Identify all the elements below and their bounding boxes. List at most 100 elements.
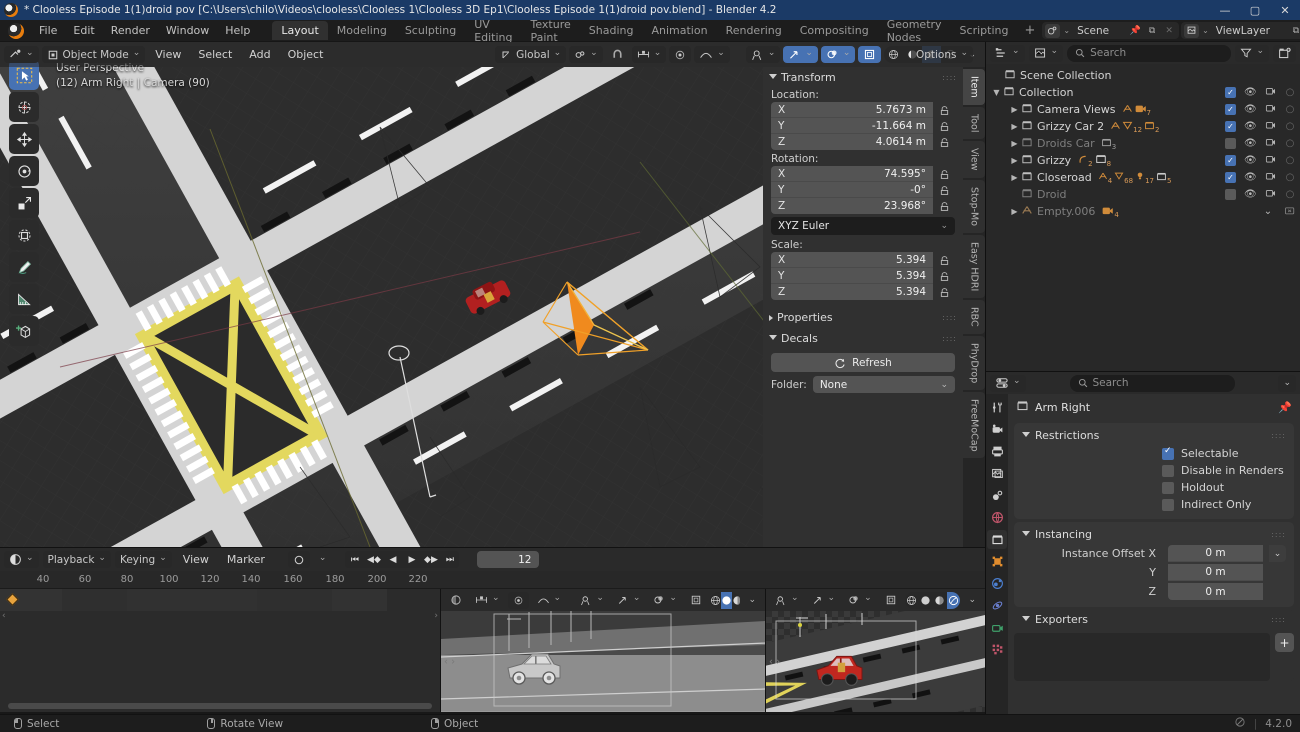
scale-x-field[interactable]: X 5.394 bbox=[771, 252, 933, 268]
exporters-list[interactable] bbox=[1014, 633, 1270, 681]
camera-icon[interactable] bbox=[1264, 137, 1276, 150]
timeline-menu-marker[interactable]: Marker bbox=[220, 551, 272, 568]
npanel-tab-rbc[interactable]: RBC bbox=[963, 299, 985, 334]
preview-left-overlays-icon[interactable] bbox=[648, 592, 682, 609]
npanel-tab-view[interactable]: View bbox=[963, 141, 985, 178]
new-collection-icon[interactable] bbox=[1273, 44, 1296, 62]
restriction-holdout-row[interactable]: Holdout bbox=[1014, 479, 1294, 496]
lock-location-z-icon[interactable] bbox=[933, 134, 955, 150]
npanel-tab-freemocap[interactable]: FreeMoCap bbox=[963, 391, 985, 459]
properties-panel-header[interactable]: Properties :::: bbox=[763, 307, 963, 328]
menu-file[interactable]: File bbox=[31, 22, 65, 39]
camera-icon[interactable] bbox=[1264, 188, 1276, 201]
auto-keyframe-options-icon[interactable] bbox=[314, 551, 332, 568]
disable-in-renders-checkbox[interactable] bbox=[1162, 464, 1174, 477]
preview-right-shading-dropdown-icon[interactable]: ⌄ bbox=[963, 592, 981, 609]
blender-menu-icon[interactable] bbox=[8, 22, 24, 39]
proportional-falloff-selector[interactable] bbox=[694, 46, 730, 63]
lock-rotation-y-icon[interactable] bbox=[933, 182, 955, 198]
add-cube-tool[interactable] bbox=[9, 316, 39, 346]
jump-next-keyframe-icon[interactable]: ◆▶ bbox=[421, 551, 440, 568]
preview-left-visibility-icon[interactable] bbox=[575, 592, 609, 609]
outliner-row-camera-views[interactable]: ▶ Camera Views 7 👁 bbox=[986, 101, 1300, 118]
scene-selector[interactable]: ⌄ Scene 📌 ⧉ ✕ bbox=[1042, 22, 1180, 39]
menu-window[interactable]: Window bbox=[158, 22, 217, 39]
npanel-tab-item[interactable]: Item bbox=[963, 69, 985, 105]
location-z-field[interactable]: Z 4.0614 m bbox=[771, 134, 933, 150]
annotate-tool[interactable] bbox=[9, 252, 39, 282]
rotation-mode-selector[interactable]: XYZ Euler ⌄ bbox=[771, 217, 955, 235]
lock-rotation-x-icon[interactable] bbox=[933, 166, 955, 182]
collection-checkbox[interactable] bbox=[1225, 87, 1236, 98]
properties-tab-physics[interactable] bbox=[987, 596, 1007, 615]
viewport-menu-object[interactable]: Object bbox=[281, 46, 331, 63]
chevron-right-icon[interactable]: ▶ bbox=[1008, 139, 1021, 148]
camera-icon[interactable] bbox=[1264, 103, 1276, 116]
decals-folder-selector[interactable]: None ⌄ bbox=[812, 376, 955, 393]
scale-y-field[interactable]: Y 5.394 bbox=[771, 268, 933, 284]
scale-z-field[interactable]: Z 5.394 bbox=[771, 284, 933, 300]
menu-edit[interactable]: Edit bbox=[65, 22, 102, 39]
material-preview-shading-icon[interactable] bbox=[732, 592, 741, 609]
add-workspace-button[interactable]: + bbox=[1017, 21, 1042, 40]
new-viewlayer-icon[interactable]: ⧉ bbox=[1289, 24, 1300, 38]
properties-tab-output[interactable] bbox=[987, 442, 1007, 461]
eye-icon[interactable]: 👁 bbox=[1244, 104, 1257, 115]
selectable-checkbox[interactable] bbox=[1162, 446, 1174, 460]
outliner-row-droid[interactable]: Droid 👁 ○ bbox=[986, 186, 1300, 203]
timeline-right-arrow-icon[interactable]: › bbox=[434, 611, 438, 621]
tab-rendering[interactable]: Rendering bbox=[717, 21, 791, 40]
timeline-menu-playback[interactable]: Playback bbox=[42, 551, 111, 568]
jump-to-end-icon[interactable]: ⏭ bbox=[440, 551, 459, 568]
collection-checkbox[interactable] bbox=[1225, 121, 1236, 132]
timeline-editor-type-icon[interactable] bbox=[4, 551, 39, 568]
properties-tab-constraints[interactable] bbox=[987, 618, 1007, 637]
menu-render[interactable]: Render bbox=[103, 22, 158, 39]
render-visibility-icon[interactable]: ○ bbox=[1284, 87, 1296, 98]
measure-tool[interactable] bbox=[9, 284, 39, 314]
gizmo-toggle[interactable] bbox=[783, 46, 818, 63]
preview-left-editor-icon[interactable] bbox=[445, 592, 467, 609]
restriction-indirect-only-row[interactable]: Indirect Only bbox=[1014, 496, 1294, 513]
cursor-tool[interactable] bbox=[9, 92, 39, 122]
tab-layout[interactable]: Layout bbox=[272, 21, 328, 40]
instance-offset-y-field[interactable]: 0 m bbox=[1168, 564, 1263, 581]
snap-target-selector[interactable] bbox=[569, 46, 603, 63]
outliner-row-collection[interactable]: ▼ Collection 👁 ○ bbox=[986, 84, 1300, 101]
tab-modeling[interactable]: Modeling bbox=[328, 21, 396, 40]
close-button[interactable]: ✕ bbox=[1270, 0, 1300, 20]
timeline-menu-keying[interactable]: Keying bbox=[114, 551, 172, 568]
solid-shading-icon[interactable] bbox=[919, 592, 933, 609]
properties-tab-object[interactable] bbox=[987, 552, 1007, 571]
eye-icon[interactable]: 👁 bbox=[1244, 189, 1257, 200]
pin-icon[interactable]: 📌 bbox=[1278, 401, 1292, 414]
jump-to-start-icon[interactable]: ⏮ bbox=[345, 551, 364, 568]
viewport-menu-add[interactable]: Add bbox=[242, 46, 277, 63]
preview-right-canvas[interactable]: ‹ › bbox=[766, 611, 985, 712]
preview-right-nav-arrows-icon[interactable]: ‹ › bbox=[769, 656, 780, 667]
jump-prev-keyframe-icon[interactable]: ◀◆ bbox=[364, 551, 383, 568]
preview-left-shading-group[interactable] bbox=[709, 591, 741, 609]
lock-scale-y-icon[interactable] bbox=[933, 268, 955, 284]
restriction-disable-renders-row[interactable]: Disable in Renders bbox=[1014, 462, 1294, 479]
properties-options-chevron-down-icon[interactable]: ⌄ bbox=[1278, 374, 1296, 392]
new-scene-icon[interactable]: ⧉ bbox=[1145, 24, 1159, 38]
xray-toggle[interactable] bbox=[858, 46, 882, 63]
transform-panel-header[interactable]: Transform :::: bbox=[763, 67, 963, 88]
eye-icon[interactable]: 👁 bbox=[1244, 172, 1257, 183]
outliner-row-grizzy-car-2[interactable]: ▶ Grizzy Car 2 12 2 ✓ 👁 ○ bbox=[986, 118, 1300, 135]
disabled-camera-icon[interactable] bbox=[1284, 205, 1296, 219]
current-frame-field[interactable]: 12 bbox=[477, 551, 540, 568]
outliner-row-droids-car[interactable]: ▶ Droids Car 3 👁 ○ bbox=[986, 135, 1300, 152]
render-visibility-icon[interactable]: ○ bbox=[1284, 104, 1296, 115]
scale-tool[interactable] bbox=[9, 188, 39, 218]
preview-left-canvas[interactable]: ‹ › bbox=[441, 611, 765, 712]
rotation-y-field[interactable]: Y -0° bbox=[771, 182, 933, 198]
decals-refresh-button[interactable]: Refresh bbox=[771, 353, 955, 372]
chevron-right-icon[interactable]: ▶ bbox=[1008, 173, 1021, 182]
timeline-left-arrow-icon[interactable]: ‹ bbox=[2, 611, 6, 621]
lock-location-y-icon[interactable] bbox=[933, 118, 955, 134]
collection-checkbox[interactable] bbox=[1225, 189, 1236, 200]
add-exporter-button[interactable]: + bbox=[1275, 633, 1294, 652]
chevron-right-icon[interactable]: ▶ bbox=[1008, 122, 1021, 131]
